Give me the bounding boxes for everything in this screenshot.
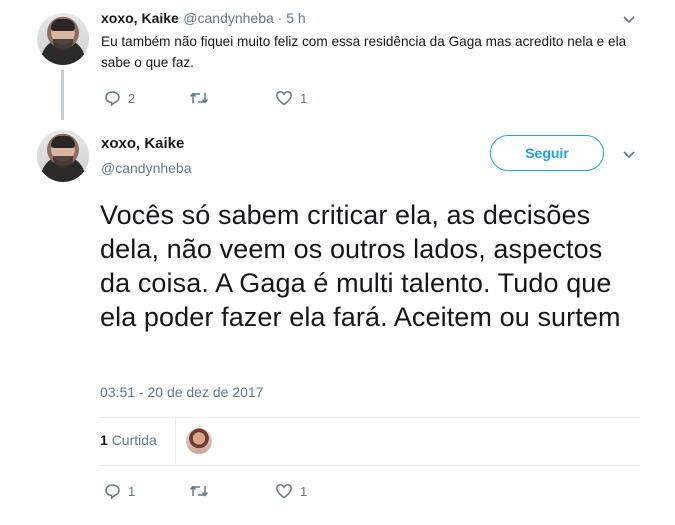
reply-icon (104, 90, 121, 106)
retweet-icon (189, 483, 209, 499)
reply-tweet-header: xoxo, Kaike @candynheba · 5 h (101, 10, 306, 28)
retweet-button[interactable] (189, 90, 209, 106)
reply-count: 2 (128, 90, 136, 106)
reply-tweet-text: Eu também não fiquei muito feliz com ess… (101, 34, 627, 70)
like-count: 1 (300, 483, 308, 499)
heart-icon (275, 483, 293, 499)
like-count: 1 (300, 90, 308, 106)
handle[interactable]: @candynheba (101, 160, 192, 176)
display-name[interactable]: xoxo, Kaike (101, 10, 179, 26)
chevron-down-icon[interactable] (622, 15, 636, 25)
follow-button[interactable]: Seguir (490, 135, 604, 171)
chevron-down-icon[interactable] (622, 150, 636, 160)
likes-word: Curtida (111, 432, 157, 448)
reply-button[interactable]: 2 (104, 90, 135, 106)
like-button[interactable]: 1 (275, 483, 307, 499)
likes-number: 1 (100, 432, 108, 448)
reply-count: 1 (128, 483, 136, 499)
liker-avatar[interactable] (186, 428, 212, 454)
retweet-icon (189, 90, 209, 106)
avatar[interactable] (37, 130, 89, 182)
heart-icon (275, 90, 293, 106)
divider (100, 417, 640, 418)
like-button[interactable]: 1 (275, 90, 307, 106)
display-name[interactable]: xoxo, Kaike (101, 135, 184, 152)
likes-count[interactable]: 1 Curtida (100, 432, 157, 448)
thread-line (61, 70, 64, 120)
divider (100, 465, 640, 466)
avatar[interactable] (37, 13, 89, 65)
timestamp[interactable]: 03:51 - 20 de dez de 2017 (100, 384, 263, 400)
divider (175, 418, 176, 464)
reply-button[interactable]: 1 (104, 483, 135, 499)
retweet-button[interactable] (189, 483, 209, 499)
reply-icon (104, 483, 121, 499)
tweet-text: Vocês só sabem criticar ela, as decisões… (100, 200, 621, 332)
handle-and-time[interactable]: @candynheba · 5 h (183, 10, 305, 26)
